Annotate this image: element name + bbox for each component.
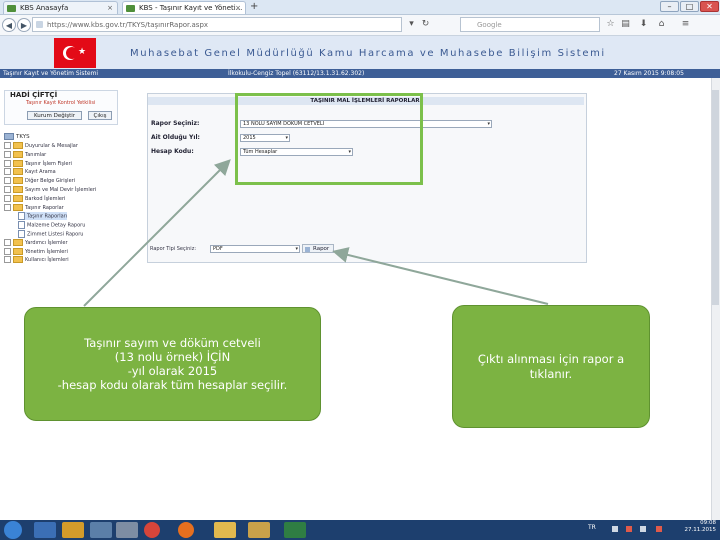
- callout-right-line: Çıktı alınması için rapor a: [477, 351, 625, 366]
- arrow-to-form: [83, 159, 231, 307]
- callout-right-line: tıklanır.: [529, 366, 573, 381]
- volume-icon[interactable]: [640, 526, 646, 532]
- callout-left-line: (13 nolu örnek) İÇİN: [114, 350, 231, 364]
- media-player-icon[interactable]: [90, 522, 112, 538]
- callout-left-line: -hesap kodu olarak tüm hesaplar seçilir.: [57, 378, 288, 392]
- callout-right: Çıktı alınması için rapor a tıklanır.: [452, 305, 650, 428]
- clock-time: 09:08: [700, 520, 716, 526]
- callout-left-line: Taşınır sayım ve döküm cetveli: [84, 336, 261, 350]
- callout-left: Taşınır sayım ve döküm cetveli (13 nolu …: [24, 307, 321, 421]
- excel-icon[interactable]: [284, 522, 306, 538]
- file-explorer-icon[interactable]: [62, 522, 84, 538]
- callout-left-line: -yıl olarak 2015: [127, 364, 218, 378]
- clock-date: 27.11.2015: [684, 527, 717, 533]
- security-icon[interactable]: [626, 526, 632, 532]
- network-icon[interactable]: [612, 526, 618, 532]
- paint-icon[interactable]: [248, 522, 270, 538]
- chrome-icon[interactable]: [144, 522, 160, 538]
- folder-icon[interactable]: [214, 522, 236, 538]
- firefox-icon[interactable]: [178, 522, 194, 538]
- language-indicator[interactable]: TR: [588, 524, 596, 531]
- start-button-icon[interactable]: [4, 521, 22, 539]
- annotation-arrows: [83, 159, 549, 307]
- calculator-icon[interactable]: [116, 522, 138, 538]
- arrow-to-report-button: [332, 247, 549, 305]
- clock[interactable]: 09:08 27.11.2015: [680, 520, 717, 534]
- battery-icon[interactable]: [656, 526, 662, 532]
- internet-explorer-icon[interactable]: [34, 522, 56, 538]
